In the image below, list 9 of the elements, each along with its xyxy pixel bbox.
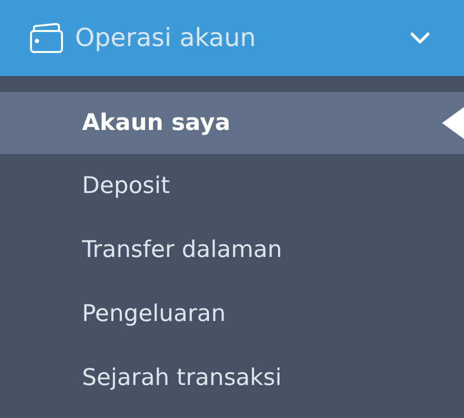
menu-item[interactable]: Sejarah transaksi — [0, 346, 464, 410]
menu-item[interactable]: Deposit — [0, 154, 464, 218]
menu-item[interactable]: Transfer dalaman — [0, 218, 464, 282]
menu-item[interactable]: Akaun saya — [0, 92, 464, 154]
menu-item[interactable]: Pengeluaran — [0, 282, 464, 346]
active-indicator-icon — [442, 107, 464, 139]
chevron-icon[interactable] — [410, 32, 430, 44]
menu-title: Operasi akaun — [75, 22, 256, 54]
wallet-icon — [30, 23, 63, 53]
